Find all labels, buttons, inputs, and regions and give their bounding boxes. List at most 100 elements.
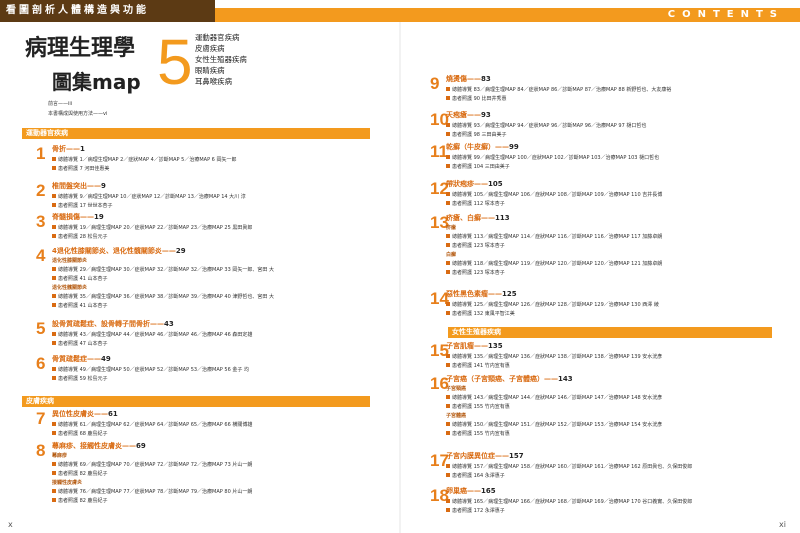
patient-care-line: 患者照護 17 世世本杏子 — [52, 202, 113, 210]
toc-entry[interactable]: 14 惡性黑色素瘤——125 總體導覽 125／病理生理MAP 126／症狀MAP … — [430, 290, 770, 318]
chapter-title[interactable]: 脊髓損傷——19 — [52, 213, 104, 222]
bullet-square-icon — [446, 508, 450, 512]
chapter-title-text: 疥瘡、白癬—— — [446, 214, 495, 222]
toc-entry[interactable]: 7 異位性皮膚炎——61 總體導覽 61／病理生理MAP 62／症狀MAP 64／診… — [36, 410, 376, 438]
chapter-title[interactable]: 骨折——1 — [52, 145, 85, 154]
line-text: 患者照護 68 鹿島紀子 — [58, 431, 108, 437]
chapter-title-text: 子宮内膜異位症—— — [446, 452, 509, 460]
chapter-page: 93 — [481, 111, 491, 119]
line-text: 總體導覽 35／病理生理MAP 36／症狀MAP 38／診斷MAP 39／治療M… — [58, 294, 274, 300]
overview-line: 總體導覽 49／病理生理MAP 50／症狀MAP 52／診斷MAP 53／治療M… — [52, 366, 249, 374]
line-text: 總體導覽 99／病理生理MAP 100／症狀MAP 102／診斷MAP 103／… — [452, 155, 660, 161]
line-text: 患者照護 155 竹内宣有惠 — [452, 431, 510, 437]
chapter-title[interactable]: 乾癬（牛皮癬）——99 — [446, 143, 519, 152]
subtopic-label: 子宮頸癌 — [446, 386, 467, 392]
overview-line: 總體導覽 99／病理生理MAP 100／症狀MAP 102／診斷MAP 103／… — [446, 154, 659, 162]
chapter-title-text: 天疱瘡—— — [446, 111, 481, 119]
toc-entry[interactable]: 18 卵巢癌——165 總體導覽 165／病理生理MAP 166／症狀MAP 168… — [430, 487, 770, 515]
overview-line: 總體導覽 83／病理生理MAP 84／症狀MAP 86／診斷MAP 87／治療M… — [446, 86, 671, 94]
bullet-square-icon — [52, 203, 56, 207]
bullet-square-icon — [446, 499, 450, 503]
chapter-title[interactable]: 子宮癌（子宮頸癌、子宮體癌）——143 — [446, 375, 573, 384]
chapter-title-text: 帶狀疱疹—— — [446, 180, 488, 188]
bullet-square-icon — [52, 267, 56, 271]
patient-care-line: 患者照護 98 三田由美子 — [446, 131, 507, 139]
chapter-title[interactable]: 子宮肌瘤——135 — [446, 342, 503, 351]
bullet-square-icon — [446, 132, 450, 136]
chapter-title[interactable]: 子宮内膜異位症——157 — [446, 452, 524, 461]
toc-entry[interactable]: 10 天疱瘡——93 總體導覽 93／病理生理MAP 94／症狀MAP 96／診斷M… — [430, 111, 770, 139]
toc-entry[interactable]: 16 子宮癌（子宮頸癌、子宮體癌）——143 子宮頸癌 總體導覽 143／病理生理MA… — [430, 375, 770, 438]
page-number-left: x — [8, 520, 13, 529]
overview-line: 總體導覽 76／病理生理MAP 77／症狀MAP 78／診斷MAP 79／治療M… — [52, 488, 252, 496]
front-matter-preface[interactable]: 前言——iii — [48, 100, 72, 107]
chapter-title[interactable]: 惡性黑色素瘤——125 — [446, 290, 517, 299]
patient-care-line: 患者照護 155 竹内宣有惠 — [446, 430, 510, 438]
line-text: 患者照護 17 世世本杏子 — [58, 203, 113, 209]
line-text: 患者照護 155 竹内宣有惠 — [452, 404, 510, 410]
patient-care-line: 患者照護 28 松島元子 — [52, 233, 108, 241]
toc-entry[interactable]: 13 疥瘡、白癬——113 疥瘡 總體導覽 113／病理生理MAP 114／症狀MAP… — [430, 214, 770, 277]
subtopic-label: 退化性膝關節炎 — [52, 258, 88, 264]
chapter-title-text: 骨折—— — [52, 145, 80, 153]
chapter-page: 99 — [509, 143, 519, 151]
line-text: 患者照護 41 山本杏子 — [58, 276, 108, 282]
bullet-square-icon — [446, 302, 450, 306]
chapter-title-text: 骨質疏鬆症—— — [52, 355, 101, 363]
chapter-page: 49 — [101, 355, 111, 363]
bullet-square-icon — [446, 404, 450, 408]
chapter-title[interactable]: 設骨質疏鬆症、設骨轉子間骨折——43 — [52, 320, 174, 329]
line-text: 患者照護 41 山本杏子 — [58, 303, 108, 309]
toc-entry[interactable]: 17 子宮内膜異位症——157 總體導覽 157／病理生理MAP 158／症狀MAP… — [430, 452, 770, 480]
toc-entry[interactable]: 11 乾癬（牛皮癬）——99 總體導覽 99／病理生理MAP 100／症狀MAP 1… — [430, 143, 770, 171]
chapter-title[interactable]: 天疱瘡——93 — [446, 111, 491, 120]
chapter-number: 4 — [36, 246, 46, 265]
chapter-title[interactable]: 帶狀疱疹——105 — [446, 180, 503, 189]
section-header-skin: 皮膚疾病 — [22, 396, 370, 407]
chapter-page: 29 — [175, 247, 186, 255]
volume-topic: 運動器官疾病 — [195, 33, 240, 42]
chapter-title[interactable]: 燒燙傷——83 — [446, 75, 491, 84]
toc-entry[interactable]: 1 骨折——1 總體導覽 1／病理生理MAP 2／症狀MAP 4／診斷MAP 5／治… — [36, 145, 376, 173]
subtopic-label: 蕁麻疹 — [52, 453, 68, 459]
toc-entry[interactable]: 5 設骨質疏鬆症、設骨轉子間骨折——43 總體導覽 43／病理生理MAP 44／症狀… — [36, 320, 376, 348]
toc-entry[interactable]: 3 脊髓損傷——19 總體導覽 19／病理生理MAP 20／症狀MAP 22／診斷M… — [36, 213, 376, 241]
chapter-title-text: 子宮癌（子宮頸癌、子宮體癌）—— — [446, 375, 558, 383]
patient-care-line: 患者照護 132 東風平智江美 — [446, 310, 515, 318]
chapter-page: 157 — [509, 452, 524, 460]
book-subtitle: 圖集map — [52, 70, 141, 94]
toc-entry[interactable]: 8 蕁麻疹、接觸性皮膚炎——69 蕁麻疹 總體導覽 69／病理生理MAP 70／症狀M… — [36, 442, 376, 505]
toc-entry[interactable]: 6 骨質疏鬆症——49 總體導覽 49／病理生理MAP 50／症狀MAP 52／診斷… — [36, 355, 376, 383]
patient-care-line: 患者照護 41 山本杏子 — [52, 302, 108, 310]
chapter-title[interactable]: 骨質疏鬆症——49 — [52, 355, 111, 364]
toc-entry[interactable]: 4 4退化性膝關節炎、退化性髖關節炎——29 退化性膝關節炎總體導覽 29／病理生理… — [36, 247, 376, 310]
overview-line: 總體導覽 125／病理生理MAP 126／症狀MAP 128／診斷MAP 129… — [446, 301, 659, 309]
chapter-page: 135 — [488, 342, 503, 350]
chapter-title[interactable]: 4退化性膝關節炎、退化性髖關節炎——29 — [52, 247, 186, 256]
line-text: 總體導覽 29／病理生理MAP 30／症狀MAP 32／診斷MAP 32／治療M… — [58, 267, 274, 273]
bullet-square-icon — [446, 155, 450, 159]
bullet-square-icon — [446, 261, 450, 265]
toc-entry[interactable]: 12 帶狀疱疹——105 總體導覽 105／病理生理MAP 106／症狀MAP 10… — [430, 180, 770, 208]
bullet-square-icon — [446, 87, 450, 91]
bullet-square-icon — [446, 354, 450, 358]
patient-care-line: 患者照護 59 松島元子 — [52, 375, 108, 383]
chapter-title-text: 脊髓損傷—— — [52, 213, 94, 221]
chapter-title[interactable]: 卵巢癌——165 — [446, 487, 496, 496]
overview-line: 總體導覽 93／病理生理MAP 94／症狀MAP 96／診斷MAP 96／治療M… — [446, 122, 646, 130]
toc-entry[interactable]: 2 椎間盤突出——9 總體導覽 9／病理生理MAP 10／症狀MAP 12／診斷MA… — [36, 182, 376, 210]
chapter-title[interactable]: 蕁麻疹、接觸性皮膚炎——69 — [52, 442, 146, 451]
chapter-number: 9 — [430, 74, 440, 93]
chapter-title[interactable]: 疥瘡、白癬——113 — [446, 214, 510, 223]
line-text: 總體導覽 93／病理生理MAP 94／症狀MAP 96／診斷MAP 96／治療M… — [452, 123, 647, 129]
line-text: 患者照護 132 東風平智江美 — [452, 311, 515, 317]
patient-care-line: 患者照護 123 塚本杏子 — [446, 269, 505, 277]
front-matter-guide[interactable]: 本書構成與使用方法——vi — [48, 110, 107, 117]
chapter-number: 6 — [36, 354, 46, 373]
toc-entry[interactable]: 15 子宮肌瘤——135 總體導覽 135／病理生理MAP 136／症狀MAP 13… — [430, 342, 770, 370]
chapter-title[interactable]: 椎間盤突出——9 — [52, 182, 106, 191]
chapter-page: 61 — [108, 410, 118, 418]
header-tagline: 看圖剖析人體構造與功能 — [6, 5, 149, 16]
chapter-title[interactable]: 異位性皮膚炎——61 — [52, 410, 118, 419]
toc-entry[interactable]: 9 燒燙傷——83 總體導覽 83／病理生理MAP 84／症狀MAP 86／診斷MA… — [430, 75, 770, 103]
